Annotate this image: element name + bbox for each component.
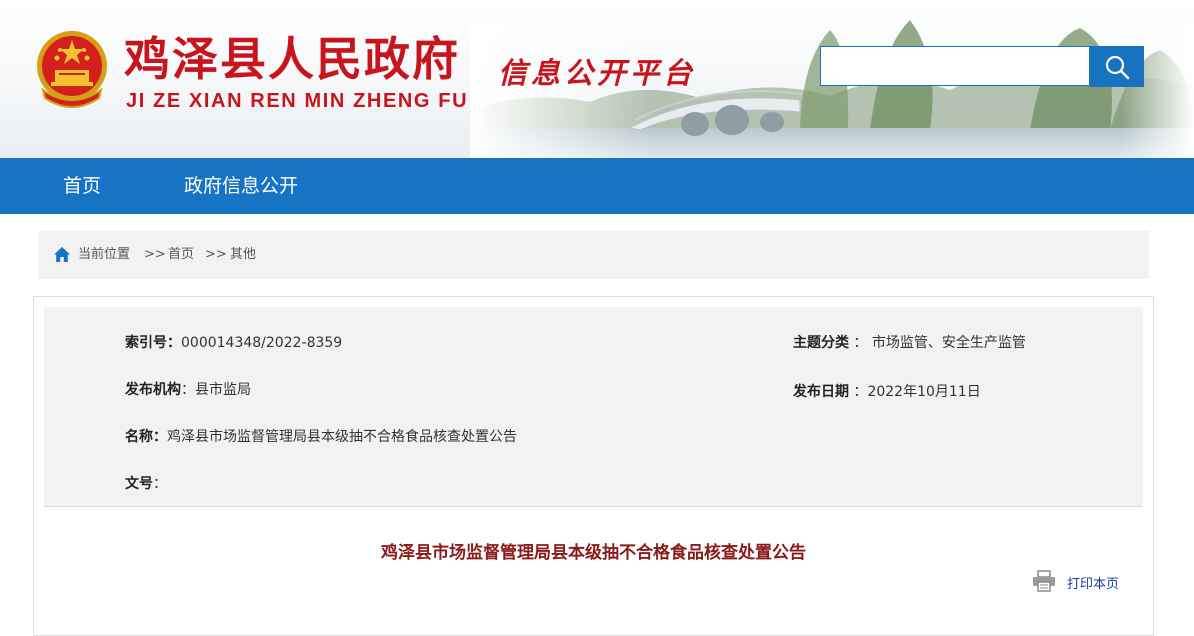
search-button[interactable] (1090, 46, 1144, 87)
meta-docno-label: 文号 (125, 476, 153, 492)
print-page-link[interactable]: 打印本页 (1067, 573, 1119, 592)
meta-index-value: 000014348/2022-8359 (181, 335, 343, 351)
national-emblem-icon (37, 31, 107, 108)
site-header: 鸡泽县人民政府 JI ZE XIAN REN MIN ZHENG FU 信息公开… (0, 0, 1194, 158)
article-title: 鸡泽县市场监督管理局县本级抽不合格食品核查处置公告 (381, 543, 806, 563)
meta-name: 名称：鸡泽县市场监督管理局县本级抽不合格食品核查处置公告 (125, 429, 517, 445)
breadcrumb-separator: >> (205, 247, 227, 262)
site-name: 鸡泽县人民政府 (124, 32, 460, 86)
meta-topic: 主题分类 ： 市场监管、安全生产监管 (793, 335, 1026, 351)
breadcrumb-current-label: 当前位置 (78, 247, 131, 262)
breadcrumb-separator: >> (144, 247, 166, 262)
breadcrumb-item-home[interactable]: 首页 (168, 231, 194, 279)
meta-date-label: 发布日期 (793, 384, 849, 400)
site-name-pinyin: JI ZE XIAN REN MIN ZHENG FU (126, 90, 469, 112)
platform-name: 信息公开平台 (498, 56, 697, 90)
meta-date-value: 2022年10月11日 (867, 384, 981, 400)
article-meta-panel: 索引号：000014348/2022-8359 主题分类 ： 市场监管、安全生产… (44, 307, 1143, 507)
meta-index-label: 索引号 (125, 335, 167, 351)
meta-publisher-label: 发布机构 (125, 382, 181, 398)
home-icon (54, 247, 70, 262)
meta-topic-label: 主题分类 (793, 335, 849, 351)
meta-name-label: 名称 (125, 429, 153, 445)
search-icon (1105, 55, 1130, 79)
nav-item-gov-info-disclosure[interactable]: 政府信息公开 (184, 158, 298, 214)
meta-topic-value: 市场监管、安全生产监管 (871, 335, 1026, 351)
meta-publisher: 发布机构：县市监局 (125, 382, 251, 398)
printer-icon[interactable] (1032, 570, 1056, 592)
meta-date: 发布日期 ：2022年10月11日 (793, 384, 981, 400)
breadcrumb-item-other[interactable]: 其他 (230, 231, 256, 279)
breadcrumb: 当前位置 >> 首页 >> 其他 (38, 231, 1149, 279)
meta-index: 索引号：000014348/2022-8359 (125, 335, 343, 351)
search-input[interactable] (820, 46, 1090, 86)
nav-item-home[interactable]: 首页 (63, 158, 101, 214)
meta-name-value: 鸡泽县市场监督管理局县本级抽不合格食品核查处置公告 (167, 429, 517, 445)
meta-docno: 文号： (125, 476, 167, 492)
main-nav: 首页 政府信息公开 (0, 158, 1194, 214)
meta-publisher-value: 县市监局 (195, 382, 251, 398)
